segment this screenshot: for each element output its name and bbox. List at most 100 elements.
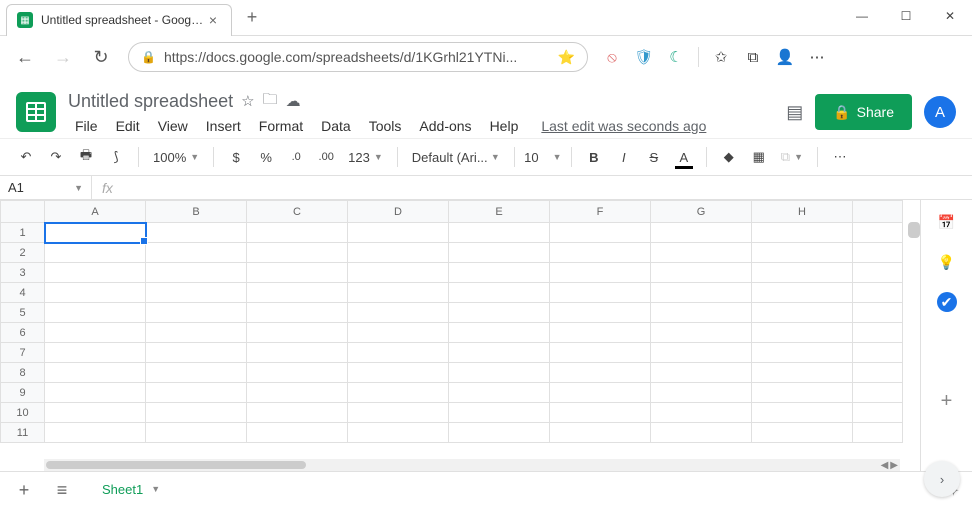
cell-F10[interactable] — [550, 403, 651, 423]
cell-C5[interactable] — [247, 303, 348, 323]
cell-overflow[interactable] — [853, 243, 903, 263]
cell-H4[interactable] — [752, 283, 853, 303]
cell-overflow[interactable] — [853, 343, 903, 363]
scroll-left-icon[interactable]: ◀ — [881, 460, 889, 471]
row-header-6[interactable]: 6 — [1, 323, 45, 343]
cell-overflow[interactable] — [853, 403, 903, 423]
extension-icon-3[interactable]: ☾ — [662, 43, 690, 71]
row-header-1[interactable]: 1 — [1, 223, 45, 243]
column-header-C[interactable]: C — [247, 201, 348, 223]
cell-H1[interactable] — [752, 223, 853, 243]
cell-A11[interactable] — [45, 423, 146, 443]
window-minimize[interactable]: — — [840, 0, 884, 32]
cell-E5[interactable] — [449, 303, 550, 323]
column-header-G[interactable]: G — [651, 201, 752, 223]
cell-B11[interactable] — [146, 423, 247, 443]
close-tab-icon[interactable]: × — [205, 12, 221, 28]
column-header-overflow[interactable] — [853, 201, 903, 223]
cell-G1[interactable] — [651, 223, 752, 243]
extension-icon-1[interactable]: ⦸ — [598, 43, 626, 71]
horizontal-scrollbar[interactable]: ◀ ▶ — [44, 459, 900, 471]
add-addon-icon[interactable]: + — [937, 391, 957, 411]
account-avatar[interactable]: A — [924, 96, 956, 128]
cell-D8[interactable] — [348, 363, 449, 383]
spreadsheet-grid[interactable]: ABCDEFGH1234567891011 ◀ ▶ — [0, 200, 920, 471]
window-close[interactable]: ✕ — [928, 0, 972, 32]
column-header-F[interactable]: F — [550, 201, 651, 223]
cell-D1[interactable] — [348, 223, 449, 243]
cell-B3[interactable] — [146, 263, 247, 283]
column-header-A[interactable]: A — [45, 201, 146, 223]
merge-dropdown[interactable]: ⧉▼ — [775, 149, 809, 165]
row-header-2[interactable]: 2 — [1, 243, 45, 263]
more-toolbar-button[interactable]: ⋯ — [826, 144, 854, 170]
vertical-scrollbar[interactable] — [908, 222, 920, 238]
cell-E7[interactable] — [449, 343, 550, 363]
zoom-dropdown[interactable]: 100%▼ — [147, 150, 205, 165]
favorite-icon[interactable]: ⭐ — [558, 49, 575, 66]
cell-H3[interactable] — [752, 263, 853, 283]
cell-G2[interactable] — [651, 243, 752, 263]
cell-A4[interactable] — [45, 283, 146, 303]
borders-button[interactable]: ▦ — [745, 144, 773, 170]
cell-B10[interactable] — [146, 403, 247, 423]
cell-F9[interactable] — [550, 383, 651, 403]
column-header-B[interactable]: B — [146, 201, 247, 223]
cell-B9[interactable] — [146, 383, 247, 403]
cell-D5[interactable] — [348, 303, 449, 323]
cell-C10[interactable] — [247, 403, 348, 423]
currency-button[interactable]: $ — [222, 144, 250, 170]
window-maximize[interactable]: ☐ — [884, 0, 928, 32]
menu-data[interactable]: Data — [314, 116, 358, 136]
keep-icon[interactable]: 💡 — [937, 252, 957, 272]
cell-A5[interactable] — [45, 303, 146, 323]
cell-F2[interactable] — [550, 243, 651, 263]
sheets-logo-icon[interactable] — [16, 92, 56, 132]
cell-G9[interactable] — [651, 383, 752, 403]
row-header-8[interactable]: 8 — [1, 363, 45, 383]
cell-A3[interactable] — [45, 263, 146, 283]
redo-button[interactable]: ↷ — [42, 144, 70, 170]
cell-C6[interactable] — [247, 323, 348, 343]
cell-C1[interactable] — [247, 223, 348, 243]
sheet-tab[interactable]: Sheet1 ▼ — [88, 476, 174, 506]
column-header-E[interactable]: E — [449, 201, 550, 223]
collections-icon[interactable]: ⧉ — [739, 43, 767, 71]
cell-G6[interactable] — [651, 323, 752, 343]
menu-insert[interactable]: Insert — [199, 116, 248, 136]
cell-E6[interactable] — [449, 323, 550, 343]
cell-B7[interactable] — [146, 343, 247, 363]
row-header-7[interactable]: 7 — [1, 343, 45, 363]
cell-B5[interactable] — [146, 303, 247, 323]
tasks-icon[interactable]: ✔ — [937, 292, 957, 312]
bold-button[interactable]: B — [580, 144, 608, 170]
new-tab-button[interactable]: + — [238, 4, 266, 32]
row-header-3[interactable]: 3 — [1, 263, 45, 283]
reload-button[interactable]: ↻ — [84, 40, 118, 74]
cell-C7[interactable] — [247, 343, 348, 363]
cell-A2[interactable] — [45, 243, 146, 263]
column-header-D[interactable]: D — [348, 201, 449, 223]
cell-E3[interactable] — [449, 263, 550, 283]
menu-addons[interactable]: Add-ons — [412, 116, 478, 136]
row-header-4[interactable]: 4 — [1, 283, 45, 303]
cell-overflow[interactable] — [853, 363, 903, 383]
cell-E8[interactable] — [449, 363, 550, 383]
cell-H5[interactable] — [752, 303, 853, 323]
cell-G11[interactable] — [651, 423, 752, 443]
cell-G7[interactable] — [651, 343, 752, 363]
cell-F3[interactable] — [550, 263, 651, 283]
cell-G5[interactable] — [651, 303, 752, 323]
menu-file[interactable]: File — [68, 116, 105, 136]
cell-F11[interactable] — [550, 423, 651, 443]
cell-C2[interactable] — [247, 243, 348, 263]
cell-overflow[interactable] — [853, 283, 903, 303]
cell-overflow[interactable] — [853, 303, 903, 323]
share-button[interactable]: 🔒 Share — [815, 94, 912, 130]
cell-H7[interactable] — [752, 343, 853, 363]
italic-button[interactable]: I — [610, 144, 638, 170]
cell-H8[interactable] — [752, 363, 853, 383]
increase-decimal-button[interactable]: .00 — [312, 144, 340, 170]
cell-A8[interactable] — [45, 363, 146, 383]
cell-F6[interactable] — [550, 323, 651, 343]
